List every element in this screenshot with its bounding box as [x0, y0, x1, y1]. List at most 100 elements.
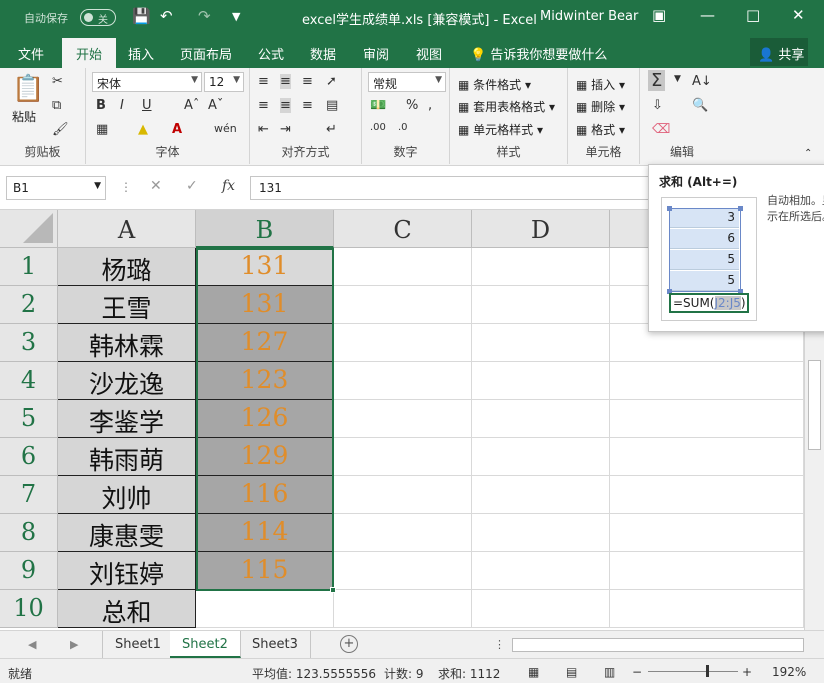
- format-painter-icon[interactable]: 🖌: [52, 122, 69, 137]
- delete-cells-button[interactable]: ▦ 删除 ▾: [576, 98, 625, 115]
- horizontal-scrollbar[interactable]: [512, 638, 804, 652]
- percent-icon[interactable]: %: [406, 98, 418, 113]
- cell-score[interactable]: 127: [196, 324, 334, 362]
- number-format-select[interactable]: 常规 ▼: [368, 72, 446, 92]
- increase-indent-icon[interactable]: ⇥: [280, 122, 291, 137]
- column-header-b[interactable]: B: [196, 210, 334, 248]
- font-name-select[interactable]: 宋体 ▼: [92, 72, 202, 92]
- autosum-icon[interactable]: Σ: [648, 70, 666, 91]
- tell-me-search[interactable]: 💡 告诉我你想要做什么: [470, 44, 607, 63]
- chevron-down-icon[interactable]: ▼: [674, 74, 681, 84]
- row-header[interactable]: 6: [0, 438, 58, 476]
- clear-icon[interactable]: ⌫: [652, 122, 670, 137]
- align-middle-icon[interactable]: ≡: [280, 74, 291, 89]
- phonetic-icon[interactable]: wén: [214, 122, 237, 135]
- row-header[interactable]: 10: [0, 590, 58, 628]
- row-header[interactable]: 7: [0, 476, 58, 514]
- decrease-decimal-icon[interactable]: .0: [398, 122, 408, 133]
- normal-view-icon[interactable]: ▦: [528, 665, 539, 679]
- cancel-icon[interactable]: ✕: [150, 178, 162, 194]
- conditional-formatting-button[interactable]: ▦ 条件格式 ▾: [458, 76, 531, 93]
- paste-button[interactable]: 粘贴: [12, 108, 36, 125]
- column-header-d[interactable]: D: [472, 210, 610, 248]
- name-box[interactable]: B1 ▼: [6, 176, 106, 200]
- next-sheet-icon[interactable]: ▶: [70, 638, 78, 651]
- align-center-icon[interactable]: ≡: [280, 98, 291, 113]
- cell-name[interactable]: 总和: [58, 590, 196, 628]
- column-d-cells[interactable]: [472, 248, 610, 628]
- cell-sum-target[interactable]: [196, 590, 334, 628]
- cell-name[interactable]: 李鉴学: [58, 400, 196, 438]
- merge-center-icon[interactable]: ▤: [326, 98, 338, 113]
- sort-filter-icon[interactable]: A↓: [692, 74, 712, 89]
- collapse-ribbon-icon[interactable]: ⌃: [804, 148, 812, 159]
- row-header[interactable]: 2: [0, 286, 58, 324]
- cell-name[interactable]: 王雪: [58, 286, 196, 324]
- fill-icon[interactable]: ⇩: [652, 98, 663, 113]
- cell-score[interactable]: 123: [196, 362, 334, 400]
- fill-color-icon[interactable]: ▲: [138, 122, 148, 137]
- row-header[interactable]: 5: [0, 400, 58, 438]
- scroll-thumb[interactable]: [808, 360, 821, 450]
- italic-icon[interactable]: I: [120, 98, 124, 113]
- close-icon[interactable]: ✕: [792, 6, 805, 24]
- cell-name[interactable]: 刘钰婷: [58, 552, 196, 590]
- tab-formulas[interactable]: 公式: [258, 44, 284, 63]
- cell-score[interactable]: 131: [196, 248, 334, 286]
- currency-icon[interactable]: 💵: [370, 98, 386, 113]
- sheet-tab-2[interactable]: Sheet2: [170, 631, 241, 658]
- row-header[interactable]: 8: [0, 514, 58, 552]
- find-select-icon[interactable]: 🔍: [692, 98, 708, 113]
- format-cells-button[interactable]: ▦ 格式 ▾: [576, 121, 625, 138]
- cell-name[interactable]: 康惠雯: [58, 514, 196, 552]
- column-header-a[interactable]: A: [58, 210, 196, 248]
- redo-icon[interactable]: ↷: [198, 7, 211, 25]
- paste-icon[interactable]: 📋: [12, 74, 44, 104]
- tab-view[interactable]: 视图: [416, 44, 442, 63]
- page-break-view-icon[interactable]: ▥: [604, 665, 615, 679]
- insert-function-button[interactable]: fx: [222, 178, 235, 194]
- column-c-cells[interactable]: [334, 248, 472, 628]
- select-all-button[interactable]: [0, 210, 58, 248]
- row-header[interactable]: 3: [0, 324, 58, 362]
- share-button[interactable]: 👤 共享: [750, 38, 808, 66]
- bold-icon[interactable]: B: [96, 98, 106, 113]
- cell-score[interactable]: 131: [196, 286, 334, 324]
- ribbon-display-icon[interactable]: ▣: [652, 6, 666, 24]
- align-top-icon[interactable]: ≡: [258, 74, 269, 89]
- cut-icon[interactable]: ✂: [52, 74, 63, 89]
- borders-icon[interactable]: ▦: [96, 122, 108, 137]
- tab-file[interactable]: 文件: [18, 44, 44, 63]
- zoom-slider[interactable]: [648, 671, 738, 672]
- customize-qat-icon[interactable]: ▼: [232, 10, 240, 23]
- zoom-out-icon[interactable]: −: [632, 665, 642, 679]
- minimize-icon[interactable]: —: [700, 6, 715, 24]
- font-color-icon[interactable]: A: [172, 122, 182, 137]
- user-name[interactable]: Midwinter Bear: [540, 9, 638, 24]
- cell-name[interactable]: 刘帅: [58, 476, 196, 514]
- column-header-c[interactable]: C: [334, 210, 472, 248]
- increase-font-icon[interactable]: Aˆ: [184, 98, 199, 113]
- tab-home[interactable]: 开始: [62, 38, 117, 68]
- row-header[interactable]: 1: [0, 248, 58, 286]
- wrap-text-icon[interactable]: ↵: [326, 122, 337, 137]
- prev-sheet-icon[interactable]: ◀: [28, 638, 36, 651]
- tab-page-layout[interactable]: 页面布局: [180, 44, 232, 63]
- cell-score[interactable]: 129: [196, 438, 334, 476]
- orientation-icon[interactable]: ➚: [326, 74, 337, 89]
- comma-icon[interactable]: ,: [428, 98, 432, 113]
- tab-data[interactable]: 数据: [310, 44, 336, 63]
- cell-score[interactable]: 126: [196, 400, 334, 438]
- zoom-level[interactable]: 192%: [772, 665, 806, 679]
- cell-score[interactable]: 114: [196, 514, 334, 552]
- zoom-slider-thumb[interactable]: [706, 665, 709, 677]
- insert-cells-button[interactable]: ▦ 插入 ▾: [576, 76, 625, 93]
- enter-icon[interactable]: ✓: [186, 178, 198, 194]
- zoom-in-icon[interactable]: +: [742, 665, 752, 679]
- decrease-font-icon[interactable]: Aˇ: [208, 98, 223, 113]
- cell-styles-button[interactable]: ▦ 单元格样式 ▾: [458, 121, 543, 138]
- increase-decimal-icon[interactable]: .00: [370, 122, 386, 133]
- page-layout-view-icon[interactable]: ▤: [566, 665, 577, 679]
- cell-name[interactable]: 韩雨萌: [58, 438, 196, 476]
- sheet-tab-1[interactable]: Sheet1: [102, 631, 174, 658]
